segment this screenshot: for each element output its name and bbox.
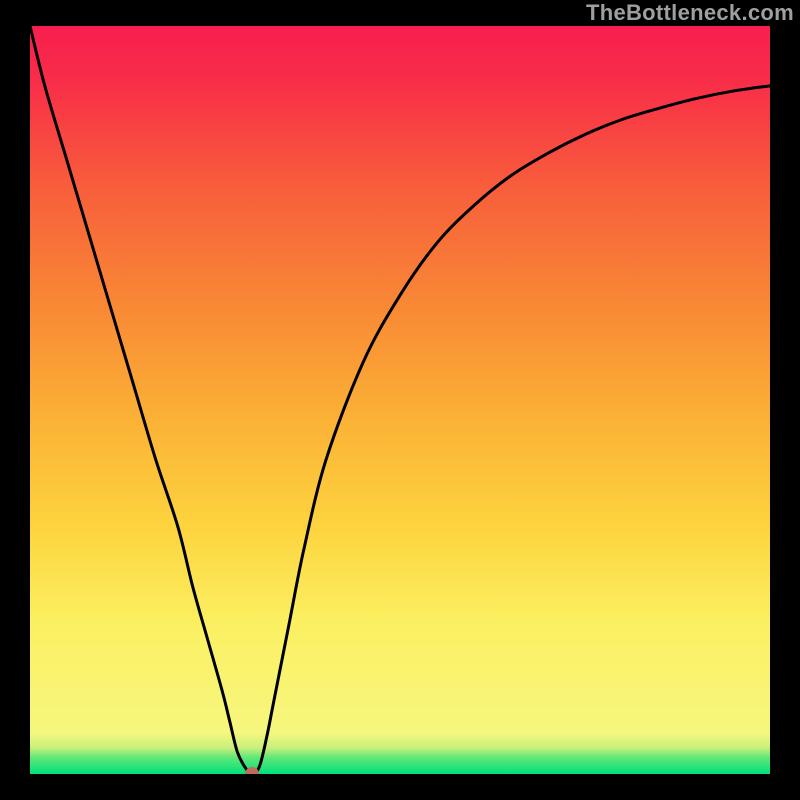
page-root: TheBottleneck.com (0, 0, 800, 800)
chart-background (30, 26, 770, 774)
bottleneck-chart (30, 26, 770, 774)
plot-frame (30, 26, 770, 774)
attribution-text: TheBottleneck.com (586, 0, 794, 26)
